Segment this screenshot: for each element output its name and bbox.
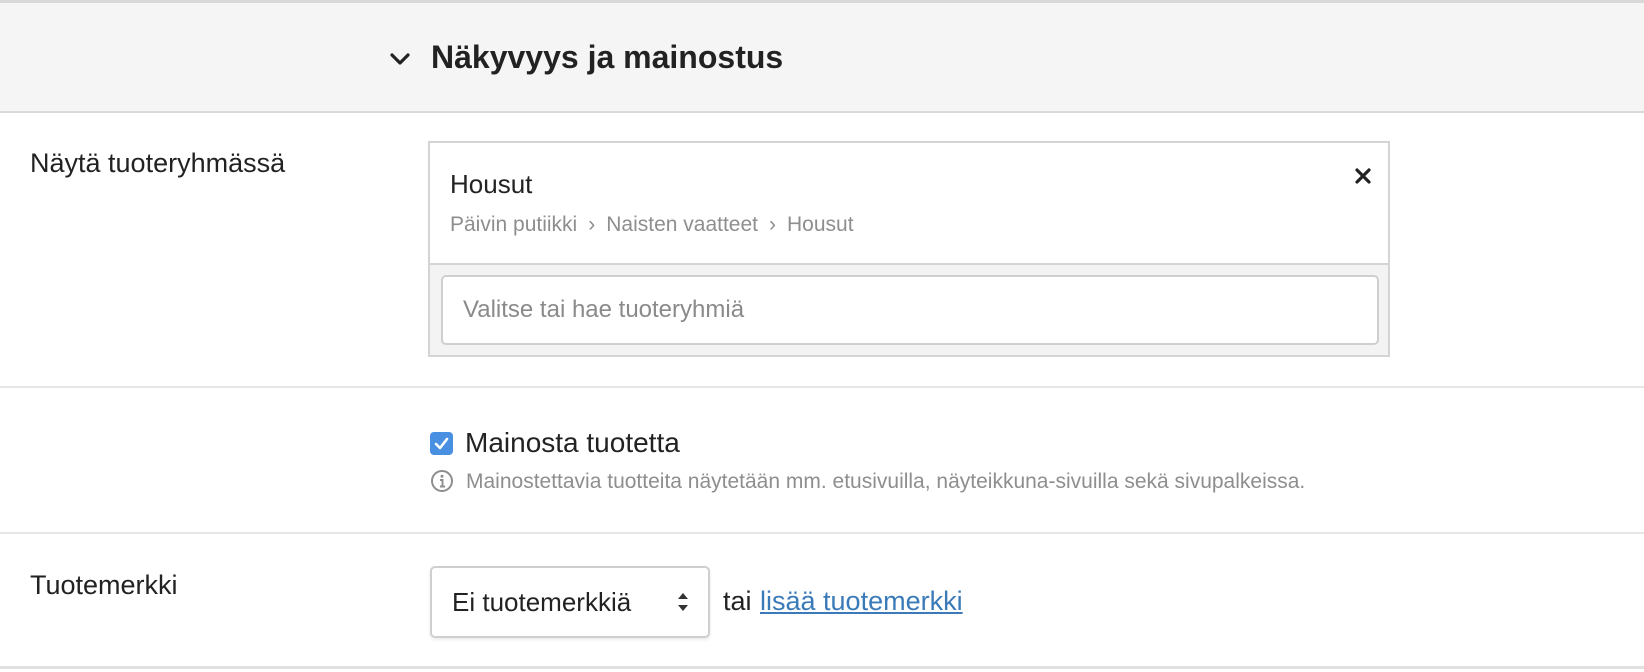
section-title[interactable]: Näkyvyys ja mainostus [431,37,783,77]
checkmark-icon [434,437,449,450]
close-icon[interactable] [1352,165,1374,187]
or-text: tai [723,586,752,616]
brand-select-value: Ei tuotemerkkiä [452,587,632,617]
product-group-label: Näytä tuoteryhmässä [30,148,286,178]
breadcrumb-item: Päivin putiikki [450,213,578,236]
breadcrumb-item: Housut [787,213,854,236]
promote-checkbox-label[interactable]: Mainosta tuotetta [465,425,680,461]
product-group-selector: Housut Päivin putiikki › Naisten vaatteet ›… [428,141,1390,357]
section-header[interactable]: Näkyvyys ja mainostus [0,3,1644,113]
selected-group-breadcrumb: Päivin putiikki › Naisten vaatteet › Housut [450,211,854,239]
row-divider [0,532,1644,534]
row-divider [0,386,1644,388]
chevron-down-icon[interactable] [388,47,412,71]
info-icon [431,470,453,492]
promote-help-text: Mainostettavia tuotteita näytetään mm. e… [466,470,1306,493]
selected-group-name: Housut [450,169,533,199]
breadcrumb-separator: › [588,213,596,236]
brand-label: Tuotemerkki [30,570,178,600]
select-arrows-icon [678,593,688,611]
breadcrumb-separator: › [769,213,776,236]
add-brand-link[interactable]: lisää tuotemerkki [760,584,963,618]
brand-select[interactable]: Ei tuotemerkkiä [430,566,710,638]
group-search-input[interactable] [441,275,1379,345]
group-search-area [430,263,1388,355]
promote-checkbox[interactable] [430,432,453,455]
breadcrumb-item: Naisten vaatteet [606,213,758,236]
bottom-border [0,666,1644,669]
